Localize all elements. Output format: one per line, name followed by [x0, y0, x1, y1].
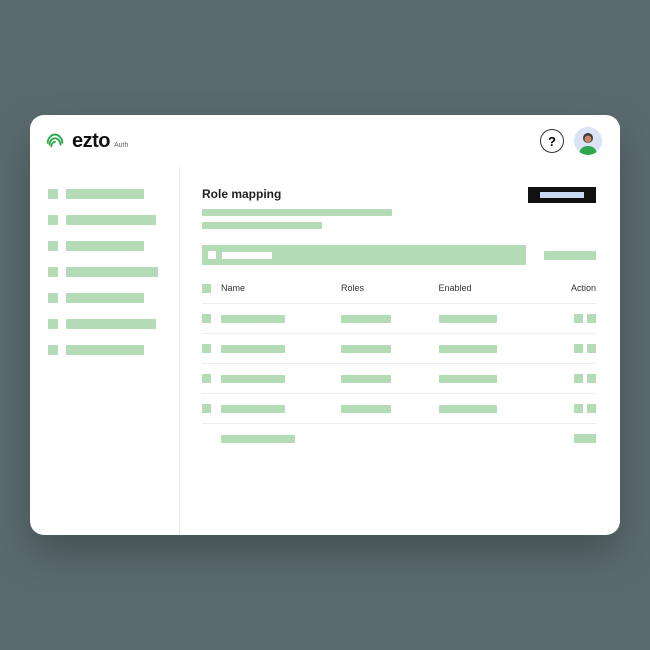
filter-row	[202, 245, 596, 265]
brand-name: ezto	[72, 130, 110, 153]
nav-icon	[48, 345, 58, 355]
topbar: ezto Auth ?	[30, 115, 620, 167]
brand-logo[interactable]: ezto Auth	[44, 130, 128, 153]
checkbox-icon	[202, 284, 211, 293]
row-action-2[interactable]	[587, 314, 596, 323]
checkbox-icon	[202, 314, 211, 323]
cell-enabled	[439, 375, 537, 383]
cell-actions	[536, 314, 596, 323]
cell-actions	[536, 374, 596, 383]
role-table: Name Roles Enabled Action	[202, 279, 596, 453]
filter-placeholder	[222, 252, 272, 259]
fingerprint-icon	[44, 130, 66, 152]
cell-enabled	[439, 405, 537, 413]
cell-name	[221, 375, 341, 383]
sidebar-item[interactable]	[48, 345, 165, 355]
page-title: Role mapping	[202, 187, 281, 201]
nav-icon	[48, 319, 58, 329]
row-action-2[interactable]	[574, 434, 596, 443]
body: Role mapping Name	[30, 167, 620, 535]
row-checkbox[interactable]	[202, 404, 221, 413]
nav-icon	[48, 215, 58, 225]
nav-icon	[48, 189, 58, 199]
sidebar-item-label	[66, 345, 144, 355]
checkbox-icon	[202, 374, 211, 383]
cell-roles	[341, 405, 439, 413]
sidebar	[30, 167, 180, 535]
sidebar-item-label	[66, 267, 158, 277]
sidebar-item[interactable]	[48, 215, 165, 225]
row-action-1[interactable]	[574, 314, 583, 323]
sidebar-item[interactable]	[48, 241, 165, 251]
cell-roles	[341, 315, 439, 323]
brand-subtitle: Auth	[114, 142, 128, 149]
col-header-roles: Roles	[341, 283, 439, 293]
cell-roles	[341, 375, 439, 383]
sidebar-item-label	[66, 319, 156, 329]
cell-enabled	[439, 345, 537, 353]
sidebar-item[interactable]	[48, 189, 165, 199]
filter-input[interactable]	[202, 245, 526, 265]
cell-roles	[341, 345, 439, 353]
table-row[interactable]	[202, 303, 596, 333]
row-checkbox[interactable]	[202, 344, 221, 353]
primary-action-button[interactable]	[528, 187, 596, 203]
table-row[interactable]	[202, 363, 596, 393]
cell-name	[221, 435, 341, 443]
table-header: Name Roles Enabled Action	[202, 279, 596, 303]
cell-actions	[536, 344, 596, 353]
avatar[interactable]	[574, 127, 602, 155]
help-button[interactable]: ?	[540, 129, 564, 153]
sidebar-item-label	[66, 241, 144, 251]
cell-enabled	[439, 315, 537, 323]
col-header-name: Name	[221, 283, 341, 293]
nav-icon	[48, 241, 58, 251]
col-header-action: Action	[536, 283, 596, 293]
sidebar-item[interactable]	[48, 293, 165, 303]
col-header-enabled: Enabled	[439, 283, 537, 293]
row-action-2[interactable]	[587, 344, 596, 353]
row-action-1[interactable]	[574, 374, 583, 383]
help-icon: ?	[548, 134, 556, 149]
cell-actions	[536, 434, 596, 443]
row-action-2[interactable]	[587, 374, 596, 383]
cell-name	[221, 315, 341, 323]
nav-icon	[48, 293, 58, 303]
topbar-actions: ?	[540, 127, 602, 155]
main-content: Role mapping Name	[180, 167, 620, 535]
cell-name	[221, 345, 341, 353]
nav-icon	[48, 267, 58, 277]
page-header: Role mapping	[202, 187, 596, 203]
filter-apply-button[interactable]	[544, 251, 596, 260]
cell-name	[221, 405, 341, 413]
checkbox-icon	[202, 344, 211, 353]
table-row[interactable]	[202, 333, 596, 363]
filter-icon	[208, 251, 216, 259]
checkbox-icon	[202, 404, 211, 413]
table-row[interactable]	[202, 393, 596, 423]
table-row[interactable]	[202, 423, 596, 453]
sidebar-item-label	[66, 293, 144, 303]
sidebar-item[interactable]	[48, 319, 165, 329]
cell-actions	[536, 404, 596, 413]
primary-action-label	[540, 192, 584, 198]
page-subtitle	[202, 209, 392, 216]
row-action-1[interactable]	[574, 404, 583, 413]
row-action-1[interactable]	[574, 344, 583, 353]
select-all-cell[interactable]	[202, 284, 221, 293]
sidebar-item[interactable]	[48, 267, 165, 277]
sidebar-item-label	[66, 189, 144, 199]
sidebar-item-label	[66, 215, 156, 225]
avatar-icon	[574, 127, 602, 155]
page-subtitle-2	[202, 222, 322, 229]
app-window: ezto Auth ?	[30, 115, 620, 535]
row-checkbox[interactable]	[202, 314, 221, 323]
row-action-2[interactable]	[587, 404, 596, 413]
row-checkbox[interactable]	[202, 374, 221, 383]
